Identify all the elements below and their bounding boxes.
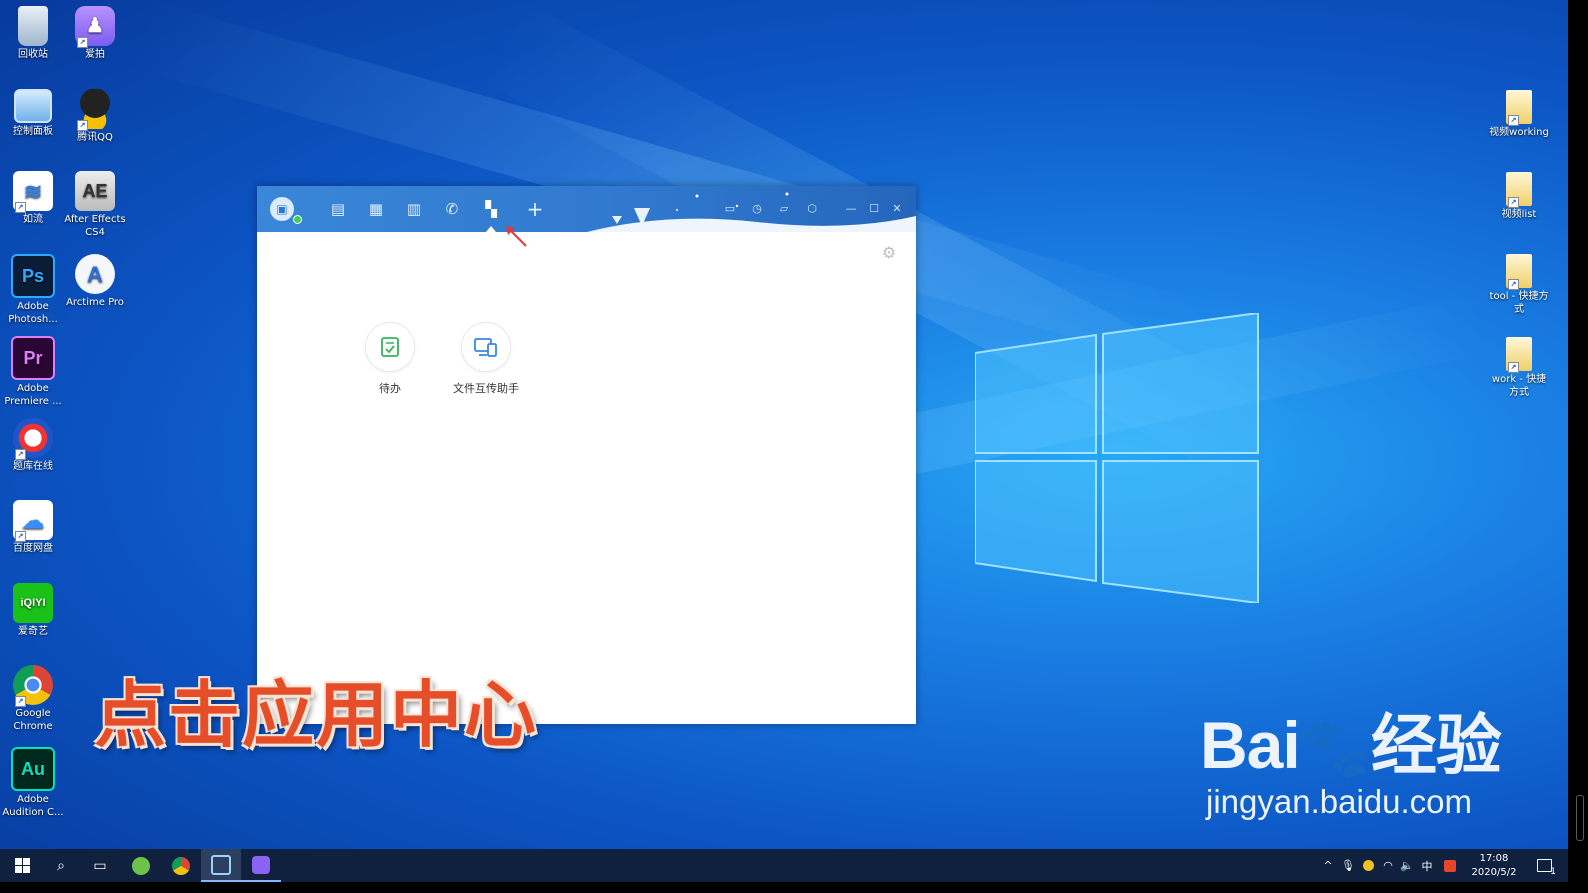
watermark-logo: Bai🐾经验 [1200, 708, 1502, 782]
desktop-icon-premiere[interactable]: Pr Adobe Premiere ... [2, 336, 64, 408]
start-button[interactable] [2, 849, 42, 882]
file-transfer-icon [461, 322, 511, 372]
desktop-icon-aipai[interactable]: ♟ ↗ 爱拍 [64, 6, 126, 61]
todo-icon [365, 322, 415, 372]
audition-icon: Au [11, 747, 55, 791]
folder-icon: ↗ [1506, 90, 1532, 126]
recycle-bin-icon [18, 6, 48, 46]
arctime-icon: A [75, 254, 115, 294]
tray-expand-icon[interactable]: ^ [1320, 849, 1336, 882]
premiere-icon: Pr [11, 336, 55, 380]
taskbar-aipai-icon[interactable] [241, 849, 281, 882]
app-titlebar[interactable]: ▣ ▤ ▦ ▥ ✆ ▚ + ▭ ◷ ▱ ⬡ — ☐ ✕ [257, 186, 916, 232]
desktop-icon-recycle-bin[interactable]: 回收站 [2, 6, 64, 61]
app-tile-file-transfer[interactable]: 文件互传助手 [444, 322, 528, 396]
desktop-icon-photoshop[interactable]: Ps Adobe Photosh... [2, 254, 64, 326]
screen-border-bottom [0, 882, 1588, 893]
desktop-icon-ruliu[interactable]: ≋ ↗ 如流 [2, 171, 64, 226]
app-center-icon[interactable]: ▚ [481, 199, 501, 219]
screen-border-right [1568, 0, 1588, 893]
tiku-icon: ↗ [13, 418, 53, 460]
chrome-icon: ↗ [13, 665, 53, 707]
desktop-icon-chrome[interactable]: ↗ Google Chrome [2, 665, 64, 733]
qq-icon: ↗ [75, 89, 115, 131]
clock-time: 17:08 [1479, 852, 1509, 864]
message-icon[interactable]: ▤ [328, 199, 348, 219]
settings-hex-icon[interactable]: ⬡ [805, 202, 819, 216]
desktop-icon-control-panel[interactable]: 控制面板 [2, 89, 64, 138]
calendar-icon[interactable]: ▦ [366, 199, 386, 219]
task-view-icon[interactable]: ▭ [80, 849, 120, 882]
sogou-ime-icon[interactable] [1441, 849, 1459, 882]
folder-icon[interactable]: ▱ [777, 202, 791, 216]
close-icon[interactable]: ✕ [890, 202, 904, 216]
microphone-icon[interactable]: 🎙 [1340, 849, 1356, 882]
action-center-icon[interactable]: 1 [1530, 849, 1558, 882]
settings-gear-icon[interactable]: ⚙ [880, 244, 898, 262]
ime-indicator[interactable]: 中 [1419, 849, 1435, 882]
desktop-icon-qq[interactable]: ↗ 腾讯QQ [64, 89, 126, 144]
baidu-netdisk-icon: ☁ ↗ [13, 500, 53, 542]
clock-date: 2020/5/2 [1471, 866, 1517, 878]
volume-icon[interactable]: 🔈 [1399, 849, 1415, 882]
tray-app-icon[interactable] [1360, 849, 1376, 882]
app-window: ▣ ▤ ▦ ▥ ✆ ▚ + ▭ ◷ ▱ ⬡ — ☐ ✕ ⚙ 待办 文件互传助手 [257, 186, 916, 724]
control-panel-icon [14, 89, 52, 123]
windows-logo-wallpaper [975, 313, 1259, 603]
paw-icon: 🐾 [1299, 716, 1372, 781]
app-tile-todo[interactable]: 待办 [357, 322, 423, 396]
contacts-icon[interactable]: ▥ [404, 199, 424, 219]
notification-badge: 1 [1550, 867, 1556, 877]
windows-start-icon [14, 858, 30, 873]
search-icon[interactable]: ⌕ [41, 849, 81, 882]
desktop-icon-work-shortcut[interactable]: ↗ work - 快捷方式 [1488, 337, 1550, 399]
folder-icon: ↗ [1506, 172, 1532, 208]
desktop-icon-tiku[interactable]: ↗ 题库在线 [2, 418, 64, 473]
photoshop-icon: Ps [11, 254, 55, 298]
desktop-icon-arctime[interactable]: A Arctime Pro [64, 254, 126, 309]
aipai-icon: ♟ ↗ [75, 6, 115, 48]
taskbar-ruliu-app-icon[interactable] [201, 849, 241, 882]
scroll-indicator [1576, 795, 1584, 841]
tutorial-caption: 点击应用中心 [94, 673, 539, 757]
desktop-icon-video-list[interactable]: ↗ 视频list [1488, 172, 1550, 221]
online-status-dot [293, 215, 302, 224]
app-center-panel: ⚙ 待办 文件互传助手 [257, 232, 916, 724]
baidu-jingyan-watermark: Bai🐾经验 jingyan.baidu.com [1200, 708, 1502, 822]
iqiyi-icon: iQIYI [13, 583, 53, 623]
history-icon[interactable]: ◷ [750, 202, 764, 216]
avatar-icon[interactable]: ▣ [270, 197, 294, 221]
network-icon[interactable]: ◠ [1380, 849, 1396, 882]
taskbar-chrome-icon[interactable] [161, 849, 201, 882]
ruliu-icon: ≋ ↗ [13, 171, 53, 213]
phone-icon[interactable]: ✆ [442, 199, 462, 219]
taskbar: ⌕ ▭ ^ 🎙 ◠ 🔈 中 17:08 2020/5/2 1 [0, 849, 1568, 882]
after-effects-icon: AE [75, 171, 115, 211]
desktop-icon-after-effects[interactable]: AE After Effects CS4 [64, 171, 126, 239]
watermark-url: jingyan.baidu.com [1206, 783, 1472, 820]
add-icon[interactable]: + [525, 199, 545, 219]
clock[interactable]: 17:08 2020/5/2 [1466, 849, 1522, 882]
taskbar-browser-icon[interactable] [121, 849, 161, 882]
desktop-icon-baidu-netdisk[interactable]: ☁ ↗ 百度网盘 [2, 500, 64, 555]
maximize-icon[interactable]: ☐ [867, 202, 881, 216]
folder-shortcut-icon: ↗ [1506, 254, 1532, 290]
desktop-icon-iqiyi[interactable]: iQIYI 爱奇艺 [2, 583, 64, 638]
note-icon[interactable]: ▭ [723, 202, 737, 216]
folder-shortcut-icon: ↗ [1506, 337, 1532, 373]
desktop-icon-audition[interactable]: Au Adobe Audition C... [2, 747, 64, 819]
desktop-icon-tool-shortcut[interactable]: ↗ tool - 快捷方式 [1488, 254, 1550, 316]
minimize-icon[interactable]: — [844, 202, 858, 216]
desktop-icon-video-working[interactable]: ↗ 视频working [1488, 90, 1550, 139]
